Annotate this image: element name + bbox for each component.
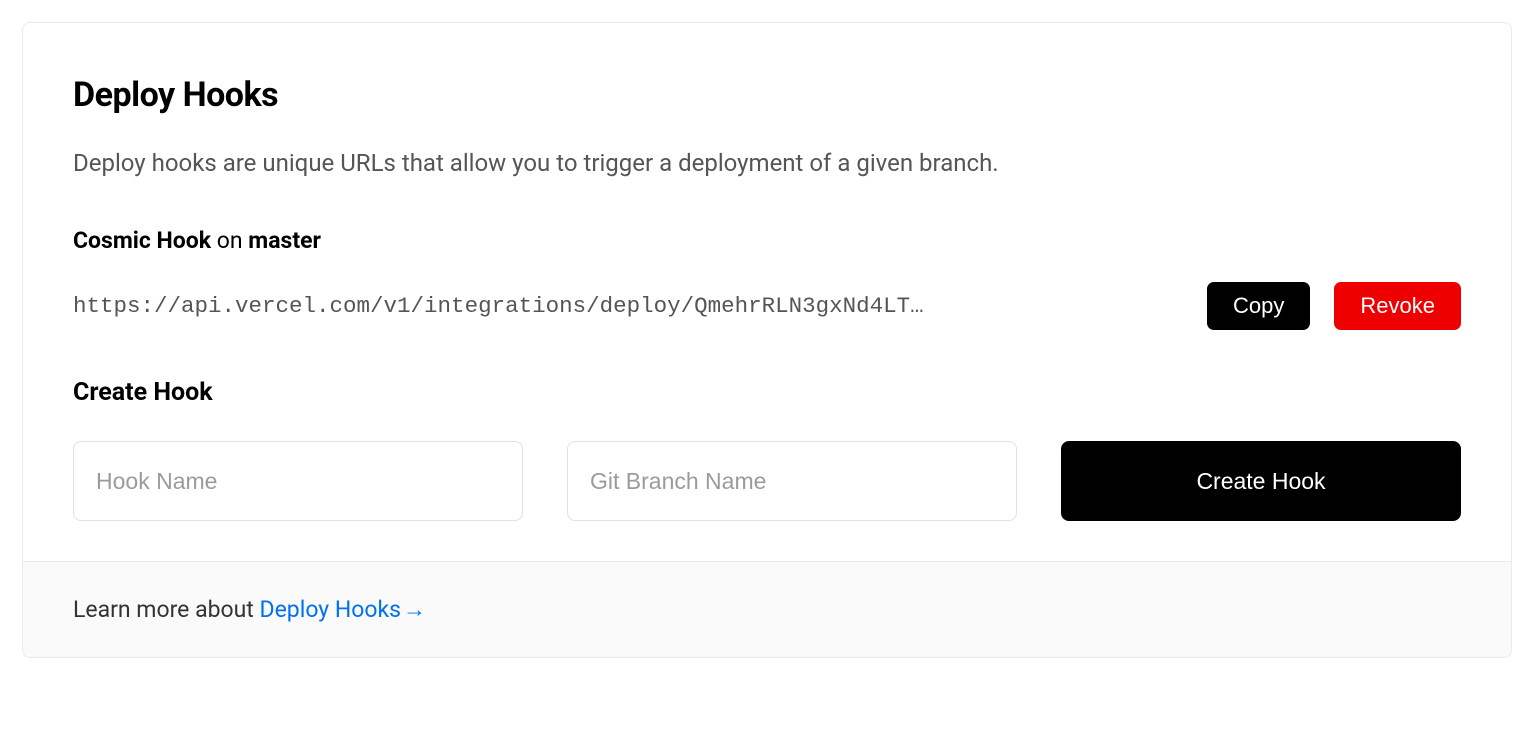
hook-branch: master — [248, 227, 321, 254]
revoke-button[interactable]: Revoke — [1334, 282, 1461, 330]
deploy-hooks-link[interactable]: Deploy Hooks — [260, 596, 402, 623]
create-hook-heading: Create Hook — [73, 378, 1461, 407]
hook-on-text: on — [211, 227, 248, 254]
git-branch-input[interactable] — [567, 441, 1017, 521]
card-footer: Learn more about Deploy Hooks → — [23, 561, 1511, 657]
card-body: Deploy Hooks Deploy hooks are unique URL… — [23, 23, 1511, 561]
hook-name-input[interactable] — [73, 441, 523, 521]
page-description: Deploy hooks are unique URLs that allow … — [73, 145, 1461, 181]
deploy-hooks-card: Deploy Hooks Deploy hooks are unique URL… — [22, 22, 1512, 658]
page-title: Deploy Hooks — [73, 75, 1461, 115]
footer-prefix: Learn more about — [73, 596, 260, 623]
hook-header: Cosmic Hook on master — [73, 227, 1461, 254]
hook-row: https://api.vercel.com/v1/integrations/d… — [73, 282, 1461, 330]
arrow-right-icon: → — [403, 596, 426, 623]
hook-url: https://api.vercel.com/v1/integrations/d… — [73, 293, 1183, 319]
hook-name: Cosmic Hook — [73, 227, 211, 254]
create-hook-button[interactable]: Create Hook — [1061, 441, 1461, 521]
copy-button[interactable]: Copy — [1207, 282, 1310, 330]
create-hook-row: Create Hook — [73, 441, 1461, 521]
